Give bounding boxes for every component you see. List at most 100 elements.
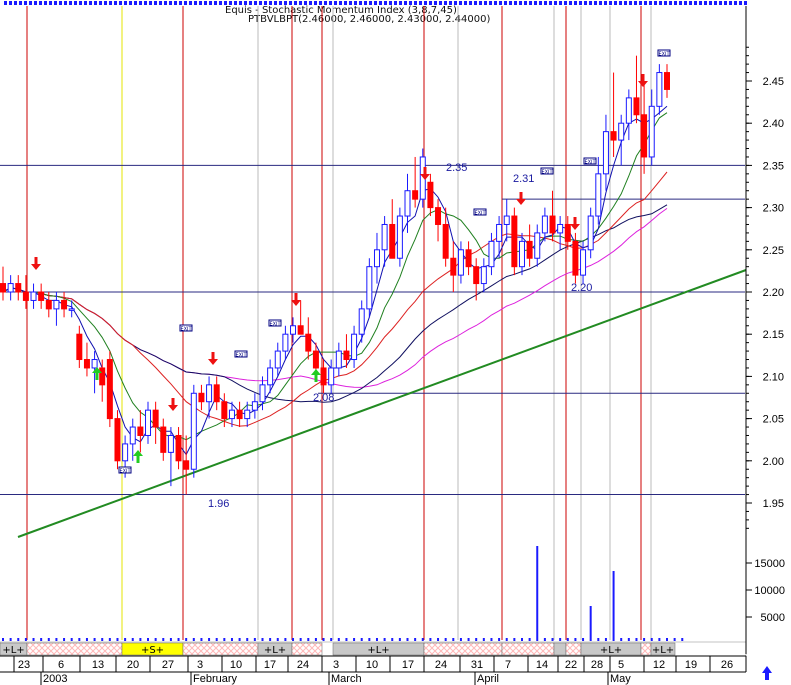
candle-body <box>45 299 52 310</box>
top-strip-dot <box>599 1 602 5</box>
top-strip-dot <box>129 1 132 5</box>
top-strip-dot <box>499 1 502 5</box>
top-strip-dot <box>164 1 167 5</box>
candle-body <box>282 333 289 352</box>
top-strip-dot <box>604 1 607 5</box>
top-strip-dot <box>614 1 617 5</box>
candle-body <box>30 291 37 301</box>
candle-body <box>68 308 75 311</box>
candle-body <box>320 367 327 386</box>
chart-background <box>0 0 791 685</box>
candle-body <box>53 299 60 310</box>
top-strip-dot <box>84 1 87 5</box>
top-strip-dot <box>479 1 482 5</box>
candle-body <box>389 223 396 259</box>
candle-body <box>183 460 190 470</box>
candle-body <box>137 426 144 436</box>
top-strip-dot <box>729 1 732 5</box>
candle-body <box>648 105 655 158</box>
y-tick-label: 2.05 <box>763 414 784 426</box>
top-strip-dot <box>489 1 492 5</box>
volume-tick-label: 15000 <box>754 558 785 570</box>
candle-body <box>335 350 342 369</box>
candle-body <box>473 266 480 285</box>
top-strip-dot <box>719 1 722 5</box>
top-strip-dot <box>199 1 202 5</box>
top-strip-dot <box>104 1 107 5</box>
top-strip-dot <box>664 1 667 5</box>
x-tick-label: 24 <box>435 659 447 671</box>
candle-body <box>7 283 14 293</box>
candle-body <box>145 409 152 436</box>
candle-body <box>221 401 228 420</box>
candle-body <box>244 409 251 420</box>
candle-body <box>595 173 602 217</box>
candle-body <box>496 223 503 242</box>
top-strip-dot <box>644 1 647 5</box>
candle-body <box>465 249 472 268</box>
candle-body <box>587 215 594 251</box>
candle-body <box>427 181 434 209</box>
candle-body <box>290 325 297 335</box>
top-strip-dot <box>689 1 692 5</box>
top-strip-dot <box>39 1 42 5</box>
candle-body <box>488 240 495 268</box>
top-strip-dot <box>194 1 197 5</box>
exit-marker-label: EXIT <box>235 352 247 358</box>
x-tick-label: 24 <box>297 659 309 671</box>
candle-body <box>259 384 266 403</box>
candle-body <box>122 443 129 462</box>
candle-body <box>534 232 541 259</box>
top-strip-dot <box>59 1 62 5</box>
level-label: 1.96 <box>208 498 229 510</box>
x-tick-label: 20 <box>127 659 139 671</box>
x-tick-label: 12 <box>653 659 665 671</box>
x-tick-label: 10 <box>366 659 378 671</box>
top-strip-dot <box>469 1 472 5</box>
candle-body <box>305 333 312 352</box>
candle-body <box>381 223 388 251</box>
top-strip-dot <box>564 1 567 5</box>
candle-body <box>435 207 442 225</box>
candle-body <box>351 333 358 361</box>
candle-body <box>167 434 174 453</box>
top-strip-dot <box>24 1 27 5</box>
top-strip-dot <box>559 1 562 5</box>
y-tick-label: 2.40 <box>763 118 784 130</box>
top-strip-dot <box>569 1 572 5</box>
top-strip-dot <box>674 1 677 5</box>
candle-body <box>618 122 625 141</box>
y-tick-label: 2.45 <box>763 76 784 88</box>
candle-body <box>541 215 548 234</box>
band-segment <box>553 642 567 656</box>
top-strip-dot <box>654 1 657 5</box>
top-strip-dot <box>744 1 747 5</box>
top-strip-dot <box>624 1 627 5</box>
signal-band-strip: +L+ +S+ +L+ +L+ +L+ +L+ <box>0 641 747 657</box>
month-label: March <box>331 673 362 685</box>
level-label: 2.20 <box>571 282 592 294</box>
candle-body <box>99 367 106 386</box>
candle-body <box>404 190 411 217</box>
top-strip-dot <box>629 1 632 5</box>
top-strip-dot <box>544 1 547 5</box>
top-strip-dot <box>9 1 12 5</box>
candle-body <box>373 249 380 268</box>
top-strip-dot <box>724 1 727 5</box>
band-segment <box>182 642 259 656</box>
chart-svg: Equis - Stochastic Momentum Index (3,8,7… <box>0 0 791 685</box>
top-strip-dot <box>734 1 737 5</box>
top-strip-dot <box>579 1 582 5</box>
candle-body <box>564 223 571 242</box>
x-tick-label: 5 <box>618 659 624 671</box>
top-strip-dot <box>639 1 642 5</box>
candle-body <box>328 367 335 386</box>
candle-body <box>22 291 29 301</box>
level-label: 2.31 <box>513 173 534 185</box>
top-strip-dot <box>709 1 712 5</box>
candle-body <box>549 215 556 234</box>
top-strip-dot <box>589 1 592 5</box>
candle-body <box>633 97 640 116</box>
band-label: +L+ <box>652 645 674 656</box>
header-line2: PTBVLBPT(2.46000, 2.46000, 2.43000, 2.44… <box>248 14 490 25</box>
